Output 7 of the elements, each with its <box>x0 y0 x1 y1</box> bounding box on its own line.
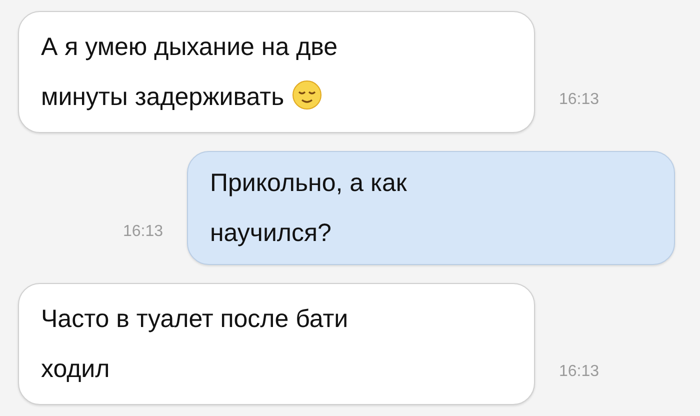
message-time: 16:13 <box>558 363 600 381</box>
smiley-icon <box>292 80 322 110</box>
message-text: Часто в туалет после бати ходил <box>41 304 348 385</box>
message-text: Прикольно, а как научился? <box>210 168 407 249</box>
message-time: 16:13 <box>558 91 600 109</box>
message-time: 16:13 <box>122 223 164 241</box>
message-text: А я умею дыхание на две минуты задерживать <box>41 32 338 113</box>
